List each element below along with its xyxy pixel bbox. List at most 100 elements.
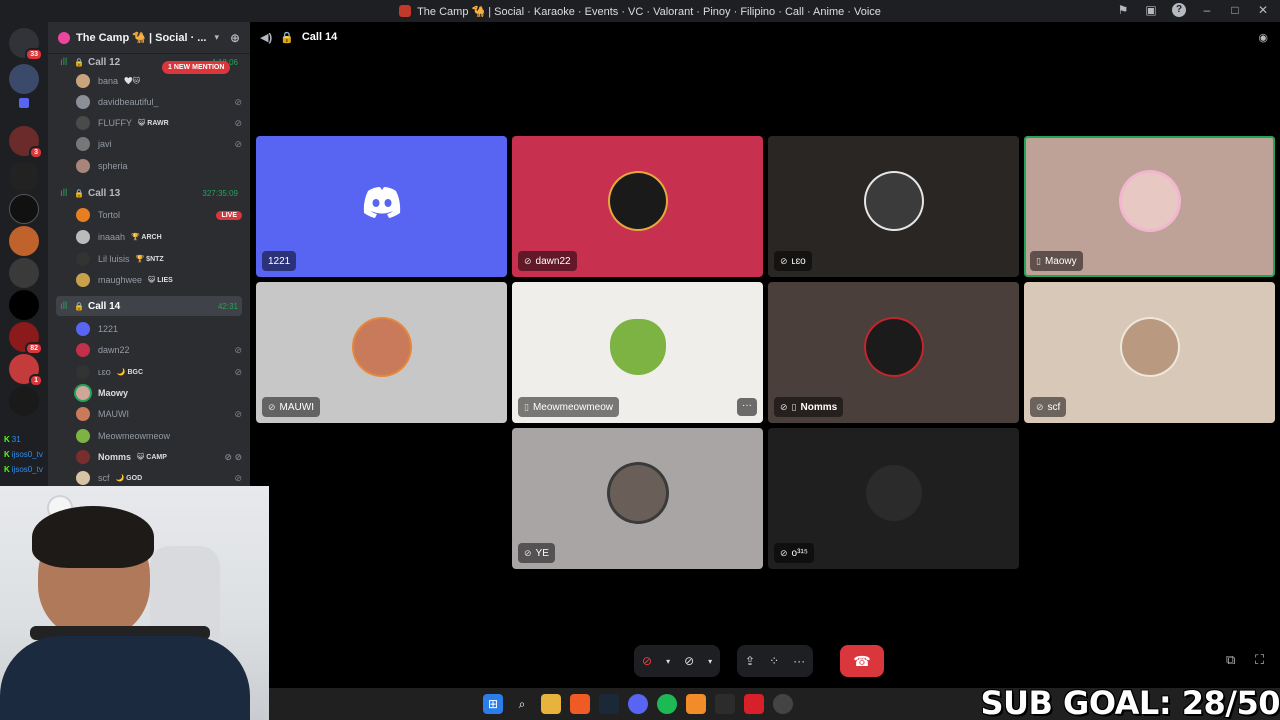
folder-icon[interactable] — [19, 98, 29, 108]
server-icon[interactable] — [9, 258, 39, 288]
muted-mic-icon: ⊘ — [780, 547, 788, 558]
lock-icon: 🔒 — [280, 31, 294, 44]
call-timer: 327:35:09 — [202, 188, 238, 198]
deafened-icon: ⊘ ⊘ — [224, 451, 242, 462]
chevron-down-icon[interactable]: ▾ — [666, 657, 670, 666]
voice-member[interactable]: 1221 — [76, 319, 242, 339]
avatar — [76, 407, 90, 421]
server-icon[interactable] — [9, 194, 39, 224]
server-icon[interactable] — [9, 226, 39, 256]
search-icon[interactable]: ⌕ — [512, 694, 532, 714]
muted-mic-icon: ⊘ — [234, 117, 242, 128]
participant-nametag: ⊘ scf — [1030, 397, 1067, 417]
voice-activity-icon: ıll — [60, 187, 68, 199]
server-icon[interactable] — [9, 290, 39, 320]
pop-out-icon[interactable]: ⧉ — [1226, 652, 1235, 668]
server-icon[interactable] — [9, 162, 39, 192]
participant-tile[interactable]: ⊘ ▯ Nomms — [768, 282, 1019, 423]
close-button[interactable]: ✕ — [1256, 3, 1270, 17]
direct-messages-icon[interactable]: 33 — [9, 28, 43, 61]
server-icon[interactable] — [9, 64, 39, 94]
screen-share-button[interactable]: ⇪ — [745, 654, 755, 668]
activity-controls: ⇪ ⁘ ··· — [737, 645, 814, 677]
brave-browser-icon[interactable] — [570, 694, 590, 714]
discord-icon[interactable] — [628, 694, 648, 714]
voice-member[interactable]: davidbeautiful_ ⊘ — [76, 92, 242, 112]
minimize-button[interactable]: – — [1200, 3, 1214, 17]
server-header[interactable]: The Camp 🐪 | Social · ... ▾ ⊕ — [48, 22, 250, 54]
avatar — [76, 322, 90, 336]
voice-member[interactable]: inaaah 🏆 ARCH — [76, 227, 242, 247]
help-icon[interactable]: ? — [1172, 3, 1186, 17]
server-icon[interactable]: 1 — [9, 354, 43, 387]
live-badge: LIVE — [216, 210, 242, 220]
voice-member[interactable]: javi ⊘ — [76, 134, 242, 154]
voice-member[interactable]: Nomms 😺 CAMP ⊘ ⊘ — [76, 447, 242, 467]
app-icon[interactable] — [773, 694, 793, 714]
participant-tile[interactable]: ⊘ dawn22 — [512, 136, 763, 277]
muted-mic-icon: ⊘ — [524, 547, 532, 558]
inbox-flag-icon[interactable]: ⚑ — [1116, 3, 1130, 17]
server-name: The Camp 🐪 | Social · ... — [76, 32, 207, 44]
avatar — [609, 172, 666, 229]
participant-tile[interactable]: ⊘ ʟɛo — [768, 136, 1019, 277]
unread-badge: 1 — [29, 374, 43, 387]
participant-tile[interactable]: ⊘ YE — [512, 428, 763, 569]
server-icon[interactable]: 82 — [9, 322, 43, 355]
server-icon[interactable]: 3 — [9, 126, 43, 159]
voice-member[interactable]: Tortol LIVE — [76, 205, 242, 225]
voice-member[interactable]: FLUFFY 😺 RAWR ⊘ — [76, 113, 242, 133]
disconnect-button[interactable]: ☎ — [840, 645, 884, 677]
participant-nametag: ⊘ dawn22 — [518, 251, 577, 271]
voice-member[interactable]: Maowy — [76, 383, 242, 403]
streamer-hair — [32, 506, 154, 568]
participant-tile[interactable]: 1221 — [256, 136, 507, 277]
avatar — [865, 172, 922, 229]
voice-member[interactable]: Lil luisis 🏆 $NTZ — [76, 249, 242, 269]
avatar — [76, 116, 90, 130]
avatar — [76, 230, 90, 244]
activities-button[interactable]: ⁘ — [769, 654, 779, 668]
voice-member[interactable]: spheria — [76, 156, 242, 176]
camera-off-button[interactable]: ⊘ — [684, 654, 694, 668]
server-icon[interactable] — [9, 386, 39, 416]
voice-member[interactable]: scf 🌙 GOD ⊘ — [76, 468, 242, 488]
avatar — [76, 429, 90, 443]
more-options-button[interactable]: ··· — [793, 654, 805, 668]
app-icon[interactable] — [686, 694, 706, 714]
participant-tile[interactable]: ⊘ MAUWI — [256, 282, 507, 423]
voice-member[interactable]: ʟɛo 🌙 BGC ⊘ — [76, 362, 242, 382]
lock-icon: 🔒 — [74, 188, 84, 198]
voice-member[interactable]: bana 🤍🐱 — [76, 71, 242, 91]
muted-mic-icon: ⊘ — [234, 408, 242, 419]
chevron-down-icon[interactable]: ▾ — [708, 657, 712, 666]
muted-mic-icon: ⊘ — [524, 255, 532, 266]
voice-channel-call-13[interactable]: ıll 🔒 Call 13 327:35:09 — [56, 183, 242, 203]
mute-mic-button[interactable]: ⊘ — [642, 654, 652, 668]
maximize-button[interactable]: □ — [1228, 3, 1242, 17]
file-explorer-icon[interactable] — [541, 694, 561, 714]
avatar — [76, 471, 90, 485]
voice-channel-call-14[interactable]: ıll 🔒 Call 14 42:31 — [56, 296, 242, 316]
invite-people-icon[interactable]: ⊕ — [230, 31, 240, 45]
valorant-icon[interactable] — [744, 694, 764, 714]
lock-icon: 🔒 — [74, 301, 84, 311]
screen-share-icon[interactable]: ▣ — [1144, 3, 1158, 17]
participant-tile[interactable]: ⊘ o³¹⁵ — [768, 428, 1019, 569]
more-options-button[interactable]: ··· — [737, 398, 757, 416]
app-icon[interactable] — [715, 694, 735, 714]
spotify-icon[interactable] — [657, 694, 677, 714]
steam-icon[interactable] — [599, 694, 619, 714]
voice-activity-icon: ıll — [60, 300, 68, 312]
voice-member[interactable]: MAUWI ⊘ — [76, 404, 242, 424]
fullscreen-icon[interactable]: ⛶ — [1255, 652, 1264, 668]
participant-tile[interactable]: ⊘ scf — [1024, 282, 1275, 423]
participant-nametag: ▯ Meowmeowmeow — [518, 397, 619, 417]
participant-tile[interactable]: ▯ Maowy — [1024, 136, 1275, 277]
voice-member[interactable]: maughwee 😺 LIES — [76, 270, 242, 290]
voice-member[interactable]: dawn22 ⊘ — [76, 340, 242, 360]
start-menu-icon[interactable]: ⊞ — [483, 694, 503, 714]
inbox-icon[interactable]: ◉ — [1258, 31, 1268, 44]
participant-tile[interactable]: ▯ Meowmeowmeow ··· — [512, 282, 763, 423]
voice-member[interactable]: Meowmeowmeow — [76, 426, 242, 446]
